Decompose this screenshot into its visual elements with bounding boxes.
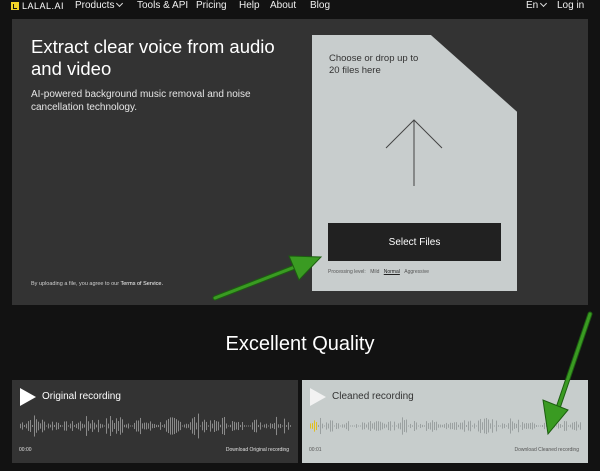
play-icon[interactable] (310, 388, 326, 406)
logo-icon (11, 2, 19, 10)
level-mild[interactable]: Mild (370, 269, 379, 275)
terms-notice: By uploading a file, you agree to our Te… (31, 281, 163, 287)
upload-arrow-icon (385, 119, 443, 186)
time-label: 00:01 (309, 447, 322, 453)
section-title: Excellent Quality (225, 333, 375, 355)
hero-panel: Extract clear voice from audio and video… (12, 19, 588, 305)
login-link[interactable]: Log in (557, 0, 584, 12)
time-label: 00:00 (19, 447, 32, 453)
chevron-down-icon (116, 0, 124, 8)
original-recording-card: Original recording 00:00 Download Origin… (12, 380, 298, 463)
nav-tools-api[interactable]: Tools & API (137, 0, 188, 12)
terms-link[interactable]: Terms of Service. (121, 281, 163, 287)
hero-subtitle: AI-powered background music removal and … (31, 89, 251, 113)
logo[interactable]: LALAL.AI (11, 1, 64, 11)
download-original-link[interactable]: Download Original recording (226, 447, 289, 453)
nav-about[interactable]: About (270, 0, 296, 12)
processing-level: Processing level: Mild Normal Aggressive (328, 269, 429, 275)
nav-products[interactable]: Products (75, 0, 124, 12)
download-cleaned-link[interactable]: Download Cleaned recording (515, 447, 580, 453)
nav-help[interactable]: Help (239, 0, 260, 12)
hero-title: Extract clear voice from audio and video (31, 36, 275, 79)
cleaned-recording-card: Cleaned recording 00:01 Download Cleaned… (302, 380, 588, 463)
nav-blog[interactable]: Blog (310, 0, 330, 12)
level-aggressive[interactable]: Aggressive (404, 269, 429, 275)
file-dropzone[interactable]: Choose or drop up to 20 files here Selec… (312, 35, 517, 291)
waveform[interactable] (308, 410, 582, 442)
card-title: Original recording (42, 391, 121, 402)
top-nav: LALAL.AI Products Tools & API Pricing He… (0, 0, 600, 14)
play-icon[interactable] (20, 388, 36, 406)
dropzone-text: Choose or drop up to 20 files here (329, 53, 419, 76)
chevron-down-icon (540, 0, 548, 8)
language-selector[interactable]: En (526, 0, 548, 12)
card-title: Cleaned recording (332, 391, 414, 402)
nav-pricing[interactable]: Pricing (196, 0, 227, 12)
waveform[interactable] (18, 410, 292, 442)
level-normal[interactable]: Normal (384, 269, 400, 275)
select-files-button[interactable]: Select Files (328, 223, 501, 261)
logo-text: LALAL.AI (22, 1, 65, 11)
